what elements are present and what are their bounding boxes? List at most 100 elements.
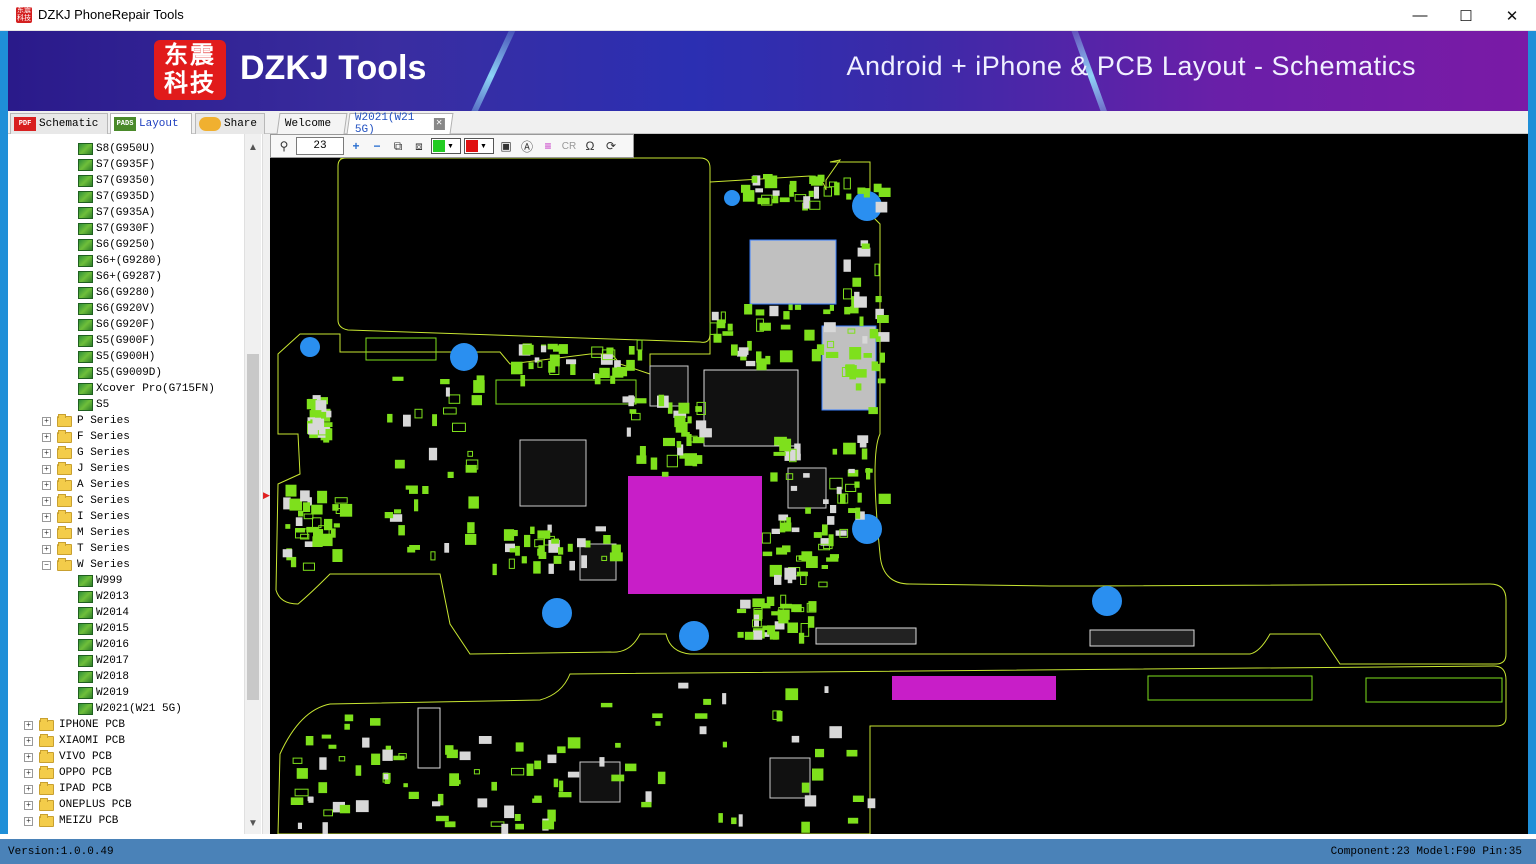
- expand-toggle-icon[interactable]: +: [24, 784, 33, 794]
- connector[interactable]: [365, 337, 437, 361]
- smd-component[interactable]: [727, 323, 733, 331]
- smd-component[interactable]: [514, 814, 521, 821]
- smd-component[interactable]: [862, 336, 868, 344]
- smd-component[interactable]: [793, 453, 801, 461]
- search-icon[interactable]: ⚲: [275, 137, 293, 155]
- smd-component[interactable]: [852, 795, 864, 802]
- tree-item-board[interactable]: S6(G920F): [78, 317, 155, 333]
- smd-component[interactable]: [652, 713, 663, 718]
- cr-filter-button[interactable]: CR: [560, 137, 578, 155]
- smd-component[interactable]: [783, 311, 790, 320]
- smd-component[interactable]: [408, 791, 419, 799]
- tree-item-series[interactable]: + T Series: [42, 541, 130, 557]
- smd-component[interactable]: [599, 367, 610, 378]
- smd-component[interactable]: [757, 197, 770, 205]
- smd-component[interactable]: [737, 631, 744, 638]
- collapse-arrow-icon[interactable]: ▶: [263, 490, 270, 501]
- smd-component[interactable]: [849, 347, 862, 360]
- smd-component[interactable]: [548, 360, 556, 373]
- smd-component[interactable]: [307, 796, 314, 802]
- smd-component[interactable]: [468, 496, 479, 509]
- smd-component[interactable]: [445, 387, 450, 397]
- smd-component[interactable]: [754, 614, 759, 628]
- smd-component[interactable]: [822, 524, 828, 536]
- smd-component[interactable]: [843, 259, 851, 272]
- expand-toggle-icon[interactable]: +: [42, 528, 51, 538]
- tree-item-board[interactable]: W2013: [78, 589, 129, 605]
- smd-component[interactable]: [600, 702, 613, 708]
- tree-item-board[interactable]: S7(G935A): [78, 205, 155, 221]
- zoom-out-button[interactable]: −: [368, 137, 386, 155]
- smd-component[interactable]: [787, 622, 798, 634]
- tree-item-board[interactable]: Xcover Pro(G715FN): [78, 381, 215, 397]
- smd-component[interactable]: [285, 524, 291, 529]
- tree-item-board[interactable]: S6+(G9280): [78, 253, 162, 269]
- tree-item-series[interactable]: + A Series: [42, 477, 130, 493]
- smd-component[interactable]: [508, 558, 515, 569]
- smd-component[interactable]: [780, 522, 792, 532]
- smd-component[interactable]: [808, 601, 817, 612]
- smd-component[interactable]: [637, 349, 643, 361]
- smd-component[interactable]: [790, 485, 798, 491]
- connector[interactable]: [1147, 675, 1313, 701]
- smd-component[interactable]: [403, 414, 411, 427]
- smd-component[interactable]: [804, 795, 817, 807]
- smd-component[interactable]: [788, 304, 793, 311]
- smd-component[interactable]: [609, 552, 623, 562]
- smd-component[interactable]: [722, 741, 727, 748]
- smd-component[interactable]: [569, 560, 575, 571]
- smd-component[interactable]: [742, 190, 755, 202]
- smd-component[interactable]: [857, 492, 862, 503]
- smd-component[interactable]: [530, 526, 535, 534]
- smd-component[interactable]: [328, 744, 337, 749]
- smd-component[interactable]: [503, 529, 515, 541]
- smd-component[interactable]: [511, 361, 523, 375]
- smd-component[interactable]: [752, 598, 765, 608]
- expand-toggle-icon[interactable]: −: [42, 560, 51, 570]
- smd-component[interactable]: [821, 565, 828, 569]
- smd-component[interactable]: [532, 798, 542, 803]
- smd-component[interactable]: [803, 196, 811, 209]
- smd-component[interactable]: [836, 486, 842, 494]
- smd-component[interactable]: [515, 823, 524, 830]
- smd-component[interactable]: [755, 309, 765, 316]
- smd-component[interactable]: [722, 331, 734, 336]
- smd-component[interactable]: [521, 556, 527, 564]
- smd-component[interactable]: [339, 503, 353, 517]
- tab-layout[interactable]: PADS Layout: [110, 113, 192, 134]
- smd-component[interactable]: [791, 604, 802, 613]
- smd-component[interactable]: [779, 350, 793, 363]
- smd-component[interactable]: [869, 328, 879, 339]
- smd-component[interactable]: [761, 532, 771, 544]
- tab-w2021[interactable]: W2021(W21 5G) ✕: [346, 112, 454, 136]
- smd-component[interactable]: [650, 457, 658, 470]
- smd-component[interactable]: [875, 201, 888, 213]
- smd-component[interactable]: [738, 814, 743, 827]
- flip-board-icon[interactable]: ⧈: [410, 137, 428, 155]
- smd-component[interactable]: [809, 200, 821, 210]
- smd-component[interactable]: [435, 815, 449, 822]
- tree-scrollbar[interactable]: ▲ ▼: [244, 134, 261, 834]
- tab-share[interactable]: Share: [195, 113, 265, 134]
- smd-component[interactable]: [681, 432, 690, 437]
- smd-component[interactable]: [722, 693, 727, 705]
- scrollbar-thumb[interactable]: [247, 354, 259, 700]
- smd-component[interactable]: [818, 581, 828, 588]
- smd-component[interactable]: [855, 507, 861, 519]
- smd-component[interactable]: [861, 448, 868, 460]
- smd-component[interactable]: [817, 174, 825, 182]
- pcb-components[interactable]: [282, 174, 1503, 834]
- smd-component[interactable]: [865, 468, 873, 473]
- model-tree[interactable]: S8(G950U) S7(G935F) S7(G9350) S7(G935D) S7(G…: [8, 134, 262, 834]
- smd-component[interactable]: [636, 339, 643, 351]
- smd-component[interactable]: [504, 805, 515, 819]
- smd-component[interactable]: [859, 316, 864, 327]
- expand-toggle-icon[interactable]: +: [42, 448, 51, 458]
- smd-component[interactable]: [877, 315, 889, 323]
- smd-component[interactable]: [334, 497, 348, 504]
- expand-toggle-icon[interactable]: +: [24, 800, 33, 810]
- smd-component[interactable]: [322, 822, 328, 834]
- smd-component[interactable]: [443, 407, 457, 415]
- smd-component[interactable]: [779, 197, 790, 203]
- smd-component[interactable]: [861, 243, 870, 249]
